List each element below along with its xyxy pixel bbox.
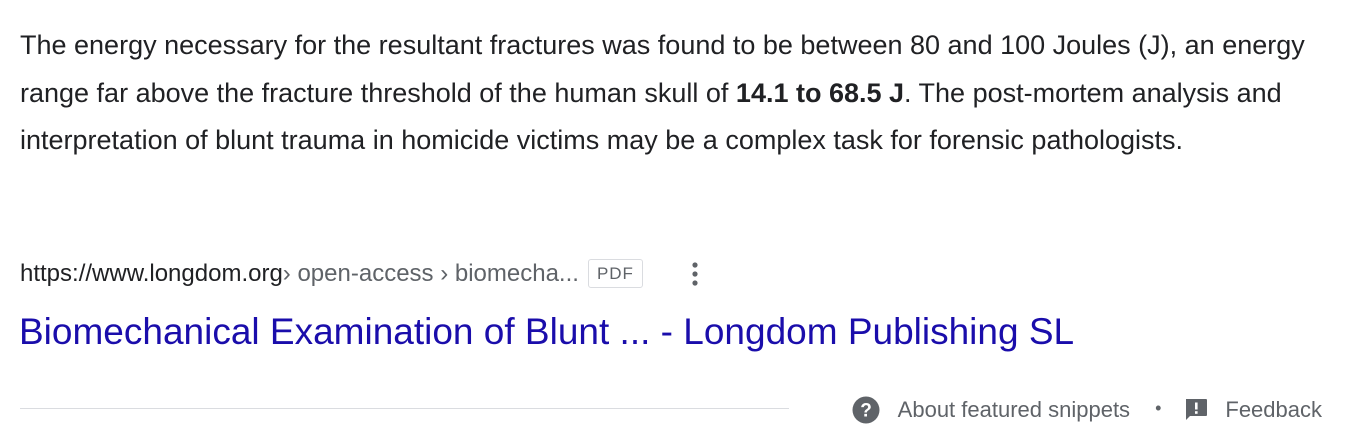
more-options-button[interactable] bbox=[683, 258, 707, 290]
snippet-highlight: 14.1 to 68.5 J bbox=[735, 77, 905, 108]
feedback-icon bbox=[1186, 399, 1208, 420]
about-featured-snippets-link[interactable]: ? About featured snippets bbox=[852, 396, 1130, 424]
about-featured-snippets-label: About featured snippets bbox=[897, 397, 1131, 422]
feedback-link[interactable]: Feedback bbox=[1184, 397, 1322, 423]
divider bbox=[20, 408, 789, 409]
result-title-link[interactable]: Biomechanical Examination of Blunt ... -… bbox=[19, 306, 1074, 358]
featured-snippet-text: The energy necessary for the resultant f… bbox=[20, 22, 1340, 165]
citation-host[interactable]: https://www.longdom.org bbox=[20, 260, 283, 288]
snippet-footer: ? About featured snippets • Feedback bbox=[852, 393, 1322, 427]
feedback-label: Feedback bbox=[1225, 397, 1322, 422]
help-circle-icon: ? bbox=[852, 396, 880, 424]
three-dots-vertical-icon bbox=[692, 262, 698, 286]
citation-path[interactable]: › open-access › biomecha... bbox=[283, 260, 579, 288]
footer-separator: • bbox=[1155, 397, 1162, 418]
svg-text:?: ? bbox=[860, 401, 872, 422]
pdf-badge: PDF bbox=[587, 258, 643, 288]
result-citation: https://www.longdom.org › open-access › … bbox=[20, 256, 707, 292]
